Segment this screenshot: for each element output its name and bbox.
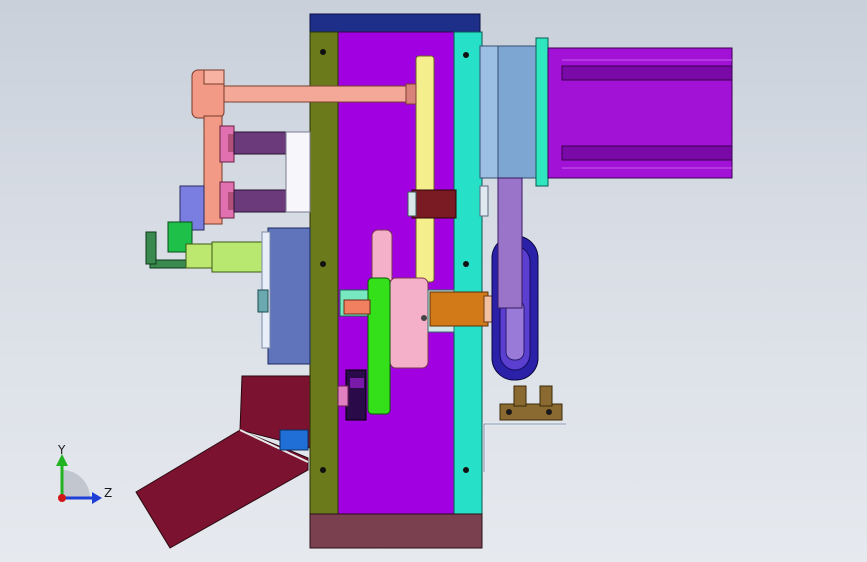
drive-shaft-collar bbox=[483, 295, 493, 323]
sensor-arm bbox=[211, 241, 267, 273]
top-shaft bbox=[217, 83, 417, 105]
gear-insert bbox=[343, 299, 371, 315]
frame-right-plate bbox=[453, 31, 483, 515]
bolt-hole bbox=[463, 467, 469, 473]
idler-shaft bbox=[337, 385, 349, 407]
bolt-hole bbox=[320, 49, 326, 55]
gear-body bbox=[367, 277, 391, 415]
pulley-hub bbox=[505, 299, 525, 361]
bolt-hole bbox=[463, 261, 469, 267]
crank-pin bbox=[421, 315, 427, 321]
frame-center-panel bbox=[335, 31, 455, 515]
cad-viewport[interactable] bbox=[0, 0, 867, 562]
motor-flange bbox=[497, 45, 537, 179]
bearing-housing bbox=[267, 227, 311, 365]
chute-assembly bbox=[135, 375, 311, 549]
motor-mount-block bbox=[479, 45, 501, 179]
shaft-rod bbox=[217, 85, 415, 103]
link-rod-upper bbox=[233, 131, 289, 155]
chute-blue-block bbox=[279, 429, 309, 451]
bearing-stub bbox=[257, 289, 269, 313]
white-block bbox=[285, 131, 311, 213]
motor-ring bbox=[535, 37, 549, 187]
frame-bottom-bar bbox=[309, 513, 483, 549]
bolt-hole bbox=[463, 52, 469, 58]
bracket-wire bbox=[482, 422, 566, 472]
bracket-ear bbox=[513, 385, 527, 407]
crank-disc bbox=[389, 277, 429, 369]
shaft-collar bbox=[405, 83, 417, 105]
drive-belt bbox=[497, 177, 523, 309]
right-shaft-stub bbox=[479, 185, 489, 217]
sensor-post bbox=[145, 231, 157, 265]
frame-left-plate bbox=[309, 31, 339, 515]
motor-assembly bbox=[479, 37, 733, 187]
idler-cap bbox=[350, 378, 364, 388]
link-rod-lower bbox=[233, 189, 289, 213]
bracket-arm bbox=[203, 115, 223, 225]
bracket-ear bbox=[539, 385, 553, 407]
sensor-bracket bbox=[482, 385, 566, 472]
upper-shaft-collar bbox=[407, 191, 417, 217]
bolt-hole bbox=[320, 467, 326, 473]
bracket-cap bbox=[203, 69, 225, 85]
green-sensor-assembly bbox=[145, 221, 267, 273]
motor-rib bbox=[561, 65, 733, 81]
bracket-screw bbox=[546, 409, 552, 415]
belt-link bbox=[415, 55, 435, 283]
upper-shaft-stub bbox=[411, 189, 457, 219]
idler-body bbox=[345, 369, 367, 421]
bolt-hole bbox=[320, 261, 326, 267]
bracket-screw bbox=[506, 409, 512, 415]
bracket-wire-outline bbox=[483, 423, 566, 472]
frame-top-bar bbox=[309, 13, 481, 33]
motor-rib bbox=[561, 145, 733, 161]
drive-shaft bbox=[429, 291, 489, 327]
